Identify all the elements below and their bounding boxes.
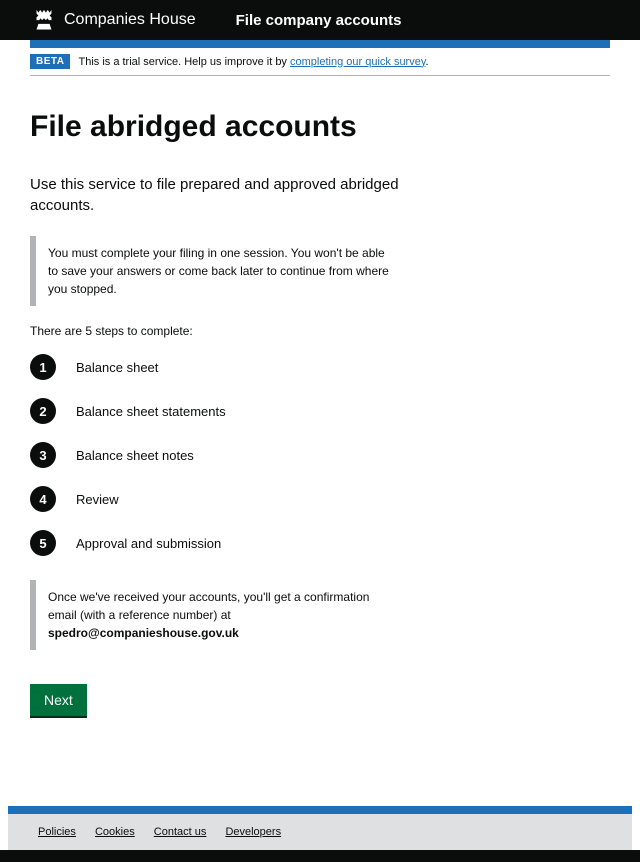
survey-link[interactable]: completing our quick survey <box>290 56 426 68</box>
step-list: 1 Balance sheet 2 Balance sheet statemen… <box>30 354 610 556</box>
step-label: Balance sheet notes <box>76 448 194 463</box>
footer-grey: Policies Cookies Contact us Developers <box>8 814 632 850</box>
confirmation-email: spedro@companieshouse.gov.uk <box>48 626 239 640</box>
step-label: Balance sheet statements <box>76 404 226 419</box>
steps-intro: There are 5 steps to complete: <box>30 324 610 338</box>
phase-tag: BETA <box>30 54 70 69</box>
org-name[interactable]: Companies House <box>64 11 196 29</box>
service-name: File company accounts <box>236 12 402 29</box>
step-number: 5 <box>30 530 56 556</box>
step-label: Approval and submission <box>76 536 221 551</box>
step-number: 4 <box>30 486 56 512</box>
phase-banner: BETA This is a trial service. Help us im… <box>30 54 610 76</box>
step-number: 1 <box>30 354 56 380</box>
footer-link-cookies[interactable]: Cookies <box>95 826 135 838</box>
page-title: File abridged accounts <box>30 110 610 144</box>
footer-link-policies[interactable]: Policies <box>38 826 76 838</box>
step-item: 4 Review <box>30 486 610 512</box>
step-item: 3 Balance sheet notes <box>30 442 610 468</box>
step-item: 2 Balance sheet statements <box>30 398 610 424</box>
footer-links: Policies Cookies Contact us Developers <box>38 826 602 838</box>
footer-black-bar <box>0 850 640 862</box>
footer-link-contact[interactable]: Contact us <box>154 826 207 838</box>
step-item: 5 Approval and submission <box>30 530 610 556</box>
header-blue-bar <box>30 40 610 48</box>
step-number: 2 <box>30 398 56 424</box>
confirmation-inset: Once we've received your accounts, you'l… <box>30 580 410 650</box>
top-header: Companies House File company accounts <box>0 0 640 40</box>
step-number: 3 <box>30 442 56 468</box>
main-content: File abridged accounts Use this service … <box>0 76 640 756</box>
step-item: 1 Balance sheet <box>30 354 610 380</box>
step-label: Review <box>76 492 119 507</box>
footer-blue-bar <box>8 806 632 814</box>
crown-crest-icon <box>30 8 58 32</box>
warning-inset: You must complete your filing in one ses… <box>30 236 410 306</box>
next-button[interactable]: Next <box>30 684 87 716</box>
phase-text: This is a trial service. Help us improve… <box>78 56 428 68</box>
footer-link-developers[interactable]: Developers <box>225 826 281 838</box>
step-label: Balance sheet <box>76 360 158 375</box>
footer: Policies Cookies Contact us Developers <box>0 806 640 862</box>
lead-paragraph: Use this service to file prepared and ap… <box>30 174 410 216</box>
